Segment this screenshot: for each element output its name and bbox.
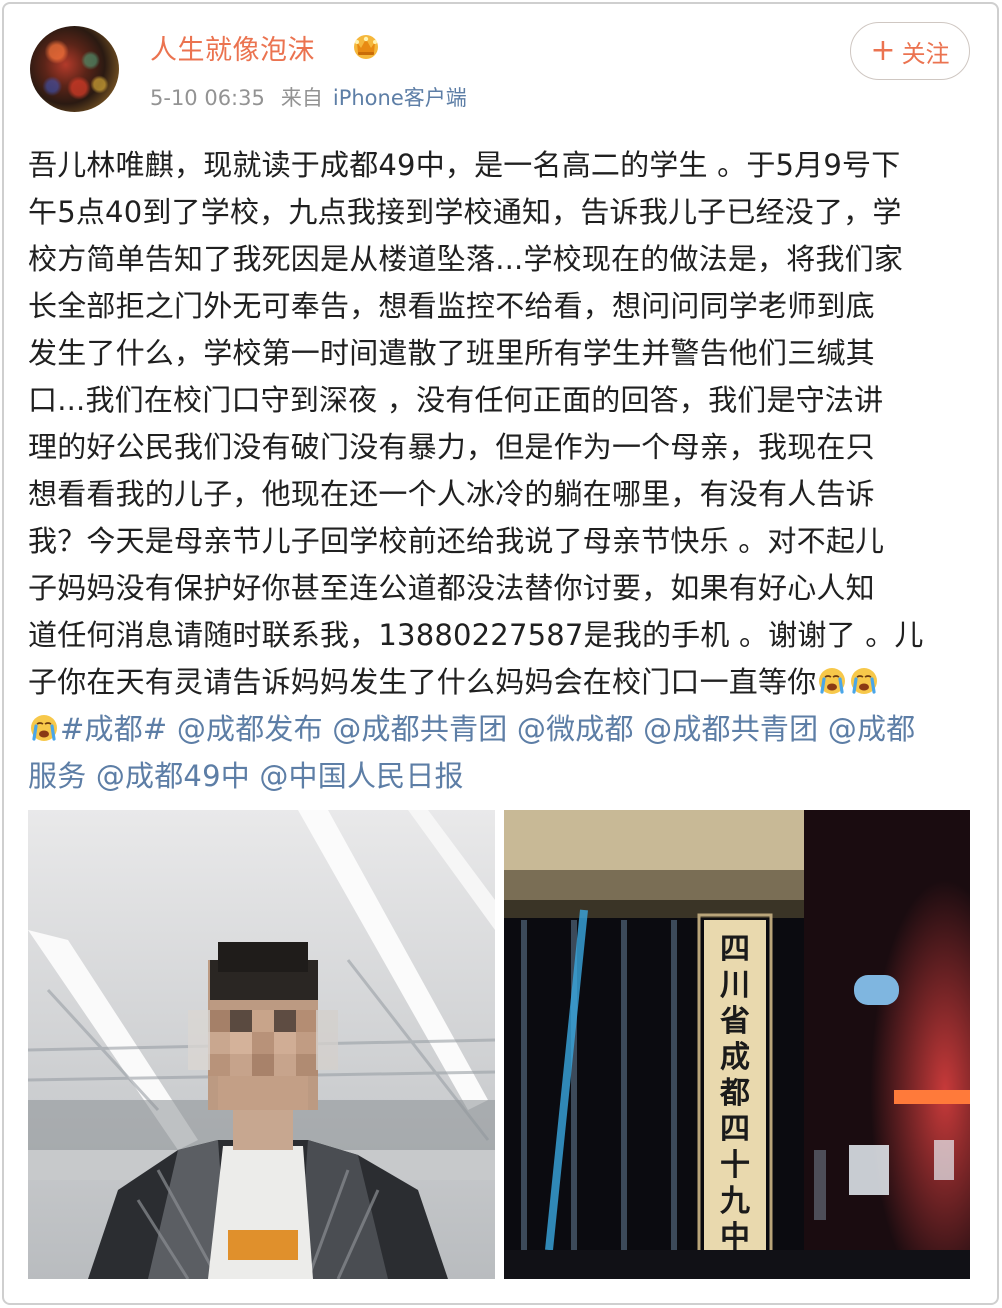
post-tags-line: #成都# @成都发布 @成都共青团 @微成都 @成都共青团 @成都	[28, 706, 974, 753]
from-label: 来自	[280, 86, 323, 110]
sign-char: 四	[720, 1112, 750, 1147]
weibo-post-card: 人生就像泡沫 5-10 06:35 来自 iPhone客户端 + 关注 吾儿林唯麒，…	[2, 2, 999, 1305]
post-meta: 5-10 06:35 来自 iPhone客户端	[150, 82, 467, 112]
post-line: 口...我们在校门口守到深夜 ，没有任何正面的回答，我们是守法讲	[28, 383, 884, 417]
mention-chengdu-49[interactable]: @成都49中	[96, 759, 250, 793]
post-line: 想看看我的儿子，他现在还一个人冰冷的躺在哪里，有没有人告诉	[28, 477, 875, 511]
mention-chengdu-gongqingtuan-2[interactable]: @成都共青团	[643, 712, 818, 746]
sign-char: 川	[720, 968, 750, 1003]
school-sign-text: 四 川 省 成 都 四 十 九 中	[704, 932, 766, 1256]
sign-char: 中	[720, 1220, 750, 1255]
post-time: 5-10 06:35	[150, 86, 265, 110]
sign-char: 十	[720, 1148, 750, 1183]
post-line: 长全部拒之门外无可奉告，想看监控不给看，想问问同学老师到底	[28, 289, 875, 323]
sign-char: 成	[720, 1040, 750, 1075]
sign-char: 四	[720, 932, 750, 967]
post-line: 我？今天是母亲节儿子回学校前还给我说了母亲节快乐 。对不起儿	[28, 524, 885, 558]
sign-char: 九	[720, 1184, 750, 1219]
mention-chengdu-fuwu[interactable]: @成都	[828, 712, 916, 746]
post-line: 道任何消息请随时联系我，13880227587是我的手机 。谢谢了 。儿	[28, 618, 924, 652]
mention-chengdu-gongqingtuan[interactable]: @成都共青团	[332, 712, 507, 746]
follow-button[interactable]: + 关注	[850, 22, 970, 80]
post-line: 发生了什么，学校第一时间遣散了班里所有学生并警告他们三缄其	[28, 336, 875, 370]
username[interactable]: 人生就像泡沫	[150, 28, 315, 67]
mention-wei-chengdu[interactable]: @微成都	[517, 712, 634, 746]
post-line: 校方简单告知了我死因是从楼道坠落...学校现在的做法是，将我们家	[28, 242, 904, 276]
crying-face-icon	[819, 668, 846, 694]
mention-chengdu-fabu[interactable]: @成都发布	[177, 712, 323, 746]
post-source-link[interactable]: iPhone客户端	[333, 86, 467, 110]
crying-face-icon	[851, 668, 878, 694]
portrait-photo	[28, 810, 495, 1279]
user-avatar[interactable]	[30, 26, 119, 112]
sign-char: 省	[720, 1004, 750, 1039]
topic-tag-chengdu[interactable]: #成都#	[60, 712, 167, 746]
plus-icon: +	[870, 33, 896, 68]
post-line: 吾儿林唯麒，现就读于成都49中，是一名高二的学生 。于5月9号下	[28, 148, 901, 182]
crying-face-icon	[31, 715, 57, 741]
post-photo-1[interactable]	[28, 810, 495, 1279]
post-line: 午5点40到了学校，九点我接到学校通知，告诉我儿子已经没了，学	[28, 195, 902, 229]
post-photo-2[interactable]: 四 川 省 成 都 四 十 九 中	[504, 810, 970, 1279]
post-line: 子妈妈没有保护好你甚至连公道都没法替你讨要，如果有好心人知	[28, 571, 875, 605]
crown-icon	[354, 35, 378, 59]
sign-char: 都	[720, 1076, 750, 1111]
post-line-text: 子你在天有灵请告诉妈妈发生了什么妈妈会在校门口一直等你	[28, 665, 817, 699]
post-mentions-line: 服务 @成都49中 @中国人民日报	[28, 753, 974, 800]
mention-peoples-daily[interactable]: @中国人民日报	[259, 759, 463, 793]
follow-label: 关注	[901, 39, 950, 68]
mention-chengdu-fuwu-cont[interactable]: 服务	[28, 759, 86, 793]
post-body: 吾儿林唯麒，现就读于成都49中，是一名高二的学生 。于5月9号下 午5点40到了…	[28, 142, 974, 800]
post-line-last: 子你在天有灵请告诉妈妈发生了什么妈妈会在校门口一直等你	[28, 659, 974, 706]
post-line: 理的好公民我们没有破门没有暴力，但是作为一个母亲，我现在只	[28, 430, 875, 464]
